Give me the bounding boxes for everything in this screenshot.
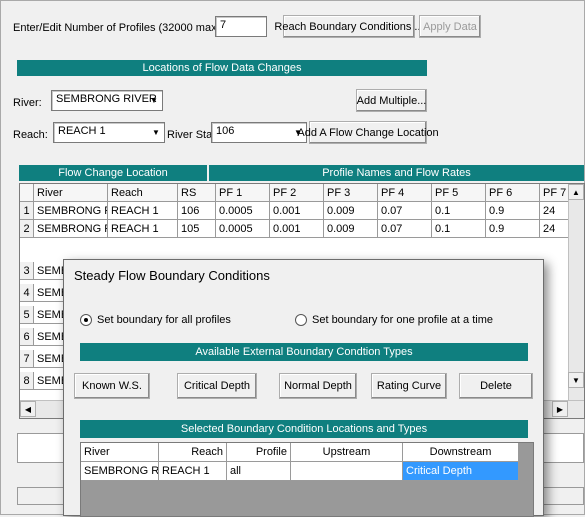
radio-button-icon — [295, 314, 307, 326]
steady-flow-data-window: Enter/Edit Number of Profiles (32000 max… — [0, 0, 585, 517]
column-header-pf3: PF 3 — [324, 184, 378, 202]
column-header-rs: RS — [178, 184, 216, 202]
rating-curve-button[interactable]: Rating Curve — [371, 373, 447, 399]
scroll-down-icon[interactable]: ▼ — [568, 372, 584, 388]
dialog-title: Steady Flow Boundary Conditions — [74, 268, 270, 283]
table-cell[interactable]: 0.1 — [432, 202, 486, 220]
reach-boundary-conditions-button[interactable]: Reach Boundary Conditions ... — [274, 15, 424, 38]
row-number: 4 — [20, 284, 34, 302]
column-header-pf5: PF 5 — [432, 184, 486, 202]
table-cell[interactable]: 0.001 — [270, 220, 324, 238]
table-cell[interactable]: 0.07 — [378, 202, 432, 220]
column-header-pf7: PF 7 — [540, 184, 570, 202]
column-header-pf4: PF 4 — [378, 184, 432, 202]
profile-names-header: Profile Names and Flow Rates — [209, 165, 584, 181]
column-header-profile: Profile — [227, 443, 291, 462]
scroll-right-icon[interactable]: ▶ — [552, 401, 568, 417]
table-cell[interactable]: REACH 1 — [159, 462, 227, 481]
table-cell[interactable]: 105 — [178, 220, 216, 238]
row-number: 5 — [20, 306, 34, 324]
delete-button[interactable]: Delete — [459, 373, 533, 399]
column-header-reach: Reach — [108, 184, 178, 202]
dropdown-arrow-icon: ▼ — [152, 127, 160, 137]
row-number: 6 — [20, 328, 34, 346]
table-cell[interactable]: 0.9 — [486, 220, 540, 238]
reach-select[interactable]: REACH 1 ▼ — [53, 122, 165, 143]
river-select[interactable]: SEMBRONG RIVER ▼ — [51, 90, 163, 111]
river-select-value: SEMBRONG RIVER — [56, 93, 157, 105]
available-types-header: Available External Boundary Condtion Typ… — [80, 343, 528, 361]
table-cell[interactable]: SEMBRONG RIVER — [81, 462, 159, 481]
column-header-upstream: Upstream — [291, 443, 403, 462]
vertical-scrollbar[interactable]: ▲ ▼ — [568, 184, 584, 400]
column-header-pf2: PF 2 — [270, 184, 324, 202]
column-header-downstream: Downstream — [403, 443, 519, 462]
row-number: 7 — [20, 350, 34, 368]
column-header-pf6: PF 6 — [486, 184, 540, 202]
column-header-pf1: PF 1 — [216, 184, 270, 202]
profiles-label: Enter/Edit Number of Profiles (32000 max… — [13, 22, 224, 34]
table-cell[interactable]: 0.001 — [270, 202, 324, 220]
table-cell[interactable] — [291, 462, 403, 481]
table-cell[interactable]: all — [227, 462, 291, 481]
selected-table-cell[interactable]: Critical Depth — [403, 462, 519, 481]
radio-all-profiles[interactable]: Set boundary for all profiles — [80, 314, 231, 326]
locations-header: Locations of Flow Data Changes — [17, 60, 427, 76]
column-header-river: River — [34, 184, 108, 202]
selected-locations-header: Selected Boundary Condition Locations an… — [80, 420, 528, 438]
table-cell[interactable]: REACH 1 — [108, 202, 178, 220]
table-cell[interactable]: 0.009 — [324, 202, 378, 220]
add-flow-change-location-button[interactable]: Add A Flow Change Location — [297, 121, 439, 144]
radio-one-profile-label: Set boundary for one profile at a time — [312, 314, 493, 326]
boundary-conditions-dialog: Steady Flow Boundary Conditions Set boun… — [63, 259, 544, 517]
table-cell[interactable]: SEMBRONG RIVER — [34, 202, 108, 220]
column-header-reach: Reach — [159, 443, 227, 462]
table-cell[interactable]: 0.0005 — [216, 220, 270, 238]
table-cell[interactable]: 106 — [178, 202, 216, 220]
table-cell[interactable]: SEMBRONG RIVER — [34, 220, 108, 238]
table-cell[interactable]: 0.07 — [378, 220, 432, 238]
profiles-count-input[interactable]: 7 — [215, 16, 267, 37]
dropdown-arrow-icon: ▼ — [150, 95, 158, 105]
table-cell[interactable]: 24 — [540, 220, 570, 238]
scroll-up-icon[interactable]: ▲ — [568, 184, 584, 200]
row-number: 3 — [20, 262, 34, 280]
table-cell[interactable]: REACH 1 — [108, 220, 178, 238]
apply-data-button[interactable]: Apply Data — [419, 15, 481, 38]
table-cell[interactable]: 0.9 — [486, 202, 540, 220]
table-cell[interactable]: 0.1 — [432, 220, 486, 238]
radio-all-profiles-label: Set boundary for all profiles — [97, 314, 231, 326]
river-sta-select[interactable]: 106 ▼ — [211, 122, 307, 143]
row-number: 2 — [20, 220, 34, 238]
table-cell[interactable]: 24 — [540, 202, 570, 220]
reach-label: Reach: — [13, 129, 48, 141]
column-header-river: River — [81, 443, 159, 462]
row-number: 8 — [20, 372, 34, 390]
row-number: 1 — [20, 202, 34, 220]
scroll-left-icon[interactable]: ◀ — [20, 401, 36, 417]
normal-depth-button[interactable]: Normal Depth — [279, 373, 357, 399]
add-multiple-button[interactable]: Add Multiple... — [356, 89, 427, 112]
boundary-conditions-table[interactable]: River Reach Profile Upstream Downstream … — [80, 442, 534, 517]
table-cell[interactable]: 0.009 — [324, 220, 378, 238]
known-ws-button[interactable]: Known W.S. — [74, 373, 150, 399]
critical-depth-button[interactable]: Critical Depth — [177, 373, 257, 399]
corner-cell — [20, 184, 34, 202]
reach-select-value: REACH 1 — [58, 125, 106, 137]
flow-change-location-header: Flow Change Location — [19, 165, 207, 181]
table-cell[interactable]: 0.0005 — [216, 202, 270, 220]
radio-button-icon — [80, 314, 92, 326]
river-sta-select-value: 106 — [216, 125, 235, 137]
radio-one-profile[interactable]: Set boundary for one profile at a time — [295, 314, 493, 326]
river-label: River: — [13, 97, 42, 109]
